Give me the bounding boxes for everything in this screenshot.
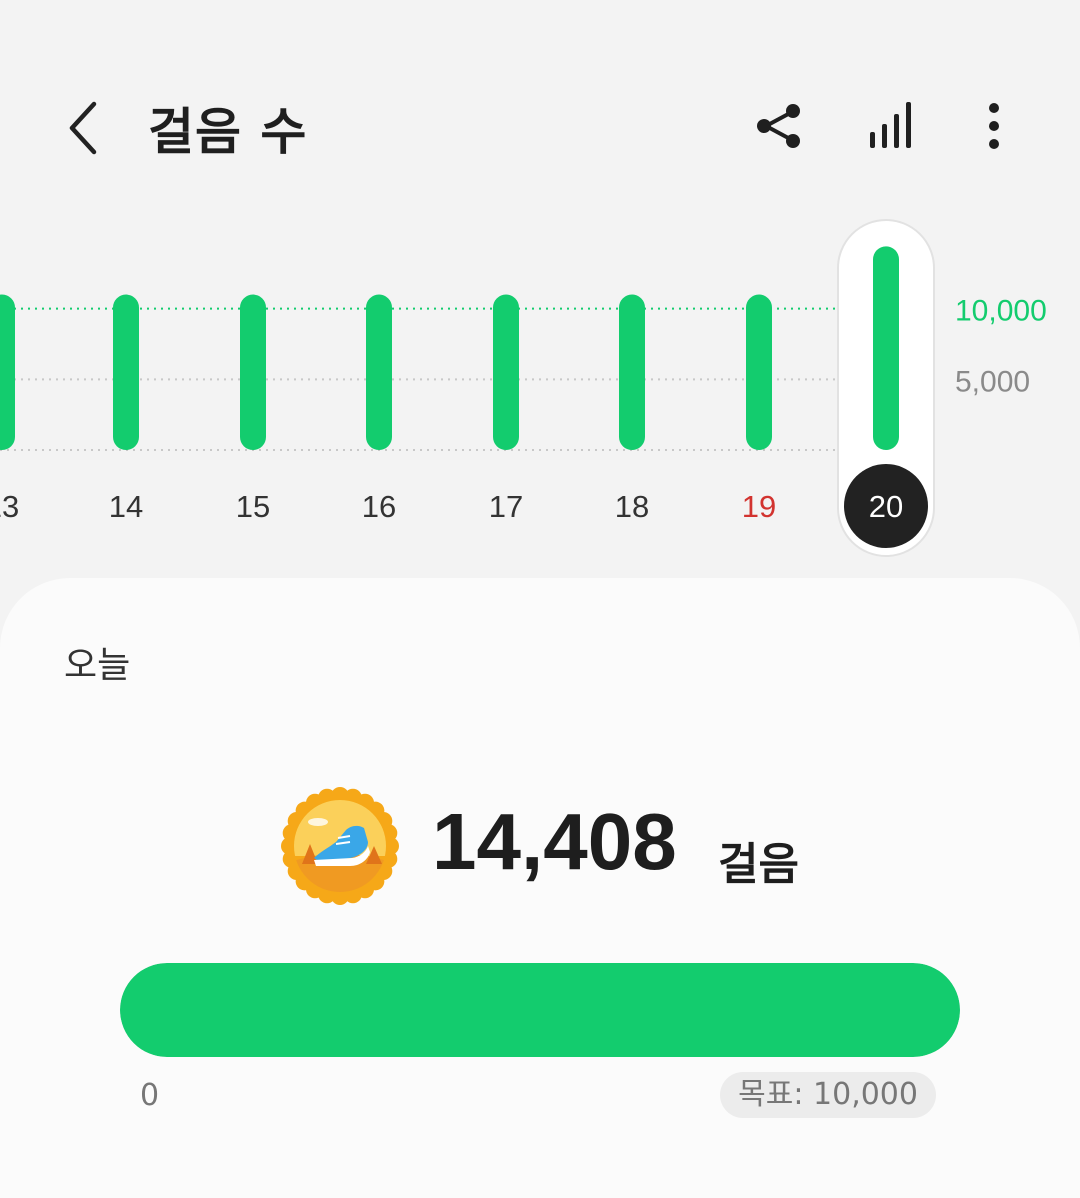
- chart-bar: [240, 294, 266, 450]
- progress-min-label: 0: [140, 1078, 160, 1113]
- goal-progress-fill: [120, 963, 960, 1057]
- chart-bar: [493, 294, 519, 450]
- x-tick-label: 16: [362, 489, 396, 524]
- x-tick-label: 17: [489, 489, 523, 524]
- share-icon: [757, 104, 800, 148]
- y-tick-label: 5,000: [955, 365, 1030, 398]
- page-title: 걸음 수: [148, 103, 308, 161]
- more-vertical-icon: [989, 103, 999, 149]
- share-button[interactable]: [752, 98, 808, 154]
- chart-bar: [366, 294, 392, 450]
- daily-steps-chart[interactable]: 10,000 5,000 13 14 15 16 17 18 19 20: [0, 210, 1080, 570]
- chart-bar: [0, 294, 15, 450]
- back-icon: [69, 101, 97, 155]
- goal-badge[interactable]: 목표: 10,000: [720, 1072, 936, 1118]
- achievement-badge[interactable]: [280, 786, 400, 906]
- x-tick-label: 14: [109, 489, 143, 524]
- chart-bar: [113, 294, 139, 450]
- today-steps-unit: 걸음: [718, 839, 799, 890]
- bar-chart-icon: [870, 102, 911, 148]
- chart-bar: [873, 246, 899, 450]
- today-steps-value: 14,408: [432, 797, 677, 886]
- goal-progress-bar: [120, 963, 960, 1057]
- chart-bar: [746, 294, 772, 450]
- x-tick-label: 15: [236, 489, 270, 524]
- x-tick-label: 18: [615, 489, 649, 524]
- chart-canvas: 10,000 5,000 13 14 15 16 17 18 19 20: [0, 219, 1047, 557]
- today-card: 오늘 14,408 걸음 0 목표: 10,000: [0, 578, 1080, 1198]
- today-label: 오늘: [64, 645, 131, 686]
- chart-bar: [619, 294, 645, 450]
- back-button[interactable]: [60, 96, 108, 160]
- stats-button[interactable]: [862, 98, 922, 154]
- x-tick-label: 19: [742, 489, 776, 524]
- more-options-button[interactable]: [972, 98, 1016, 154]
- shoe-badge-icon: [281, 787, 399, 905]
- y-tick-label: 10,000: [955, 295, 1047, 328]
- x-tick-label: 13: [0, 489, 19, 524]
- x-tick-label: 20: [869, 489, 903, 524]
